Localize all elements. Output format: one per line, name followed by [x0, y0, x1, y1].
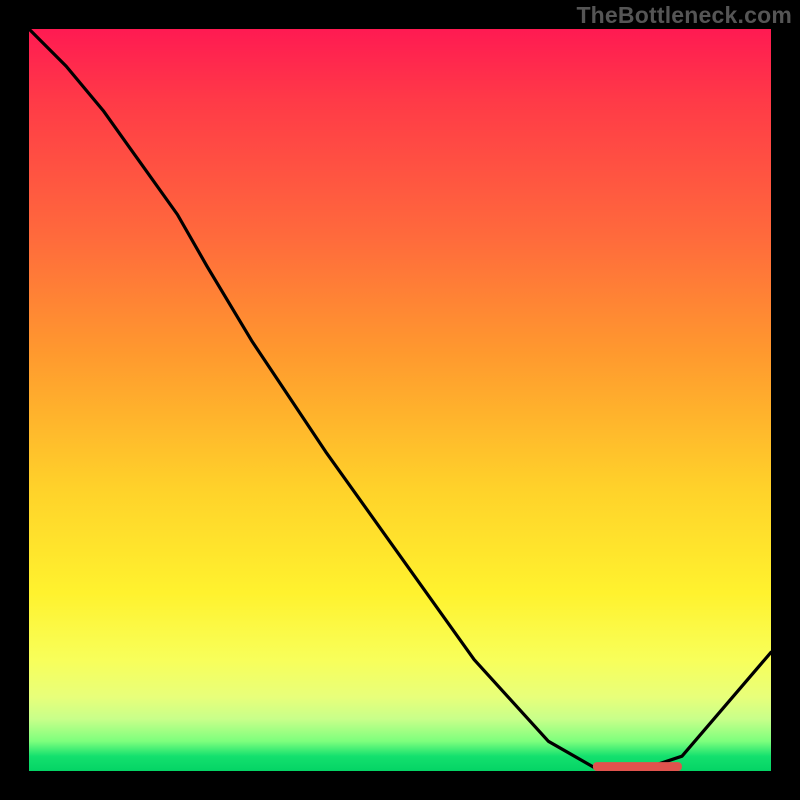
watermark-text: TheBottleneck.com — [576, 2, 792, 29]
chart-area — [29, 29, 771, 771]
curve-line — [29, 29, 771, 771]
optimal-band-marker — [593, 762, 682, 771]
chart-overlay — [29, 29, 771, 771]
